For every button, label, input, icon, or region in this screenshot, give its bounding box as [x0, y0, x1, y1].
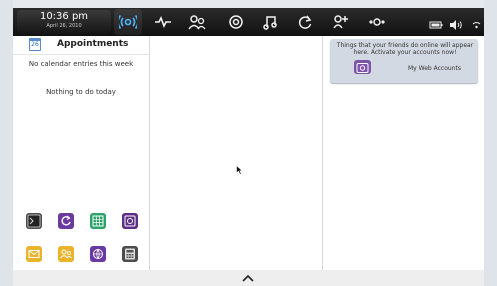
terminal-icon[interactable]: [26, 213, 42, 229]
web-accounts-card: Things that your friends do online will …: [330, 39, 478, 83]
recent-items-column: [150, 36, 323, 270]
calculator-icon[interactable]: [122, 246, 138, 262]
mouse-pointer-icon: [236, 165, 243, 175]
music-icon[interactable]: [261, 13, 279, 31]
volume-icon[interactable]: [449, 16, 463, 30]
bottom-panel: [13, 270, 484, 286]
netbook-screen: 10:36 pm April 26, 2010 26 Appointments …: [13, 8, 484, 286]
appointments-column: 26 Appointments No calendar entries this…: [13, 36, 150, 270]
todo-empty-message: Nothing to do today: [46, 88, 116, 96]
mail-icon[interactable]: [26, 246, 42, 262]
calendar-icon[interactable]: 26: [29, 38, 41, 51]
myzone-clock-button[interactable]: 10:36 pm April 26, 2010: [17, 10, 111, 34]
web-accounts-icon[interactable]: [354, 60, 371, 74]
spreadsheet-icon[interactable]: [90, 213, 106, 229]
activity-icon[interactable]: [154, 13, 172, 31]
clock-time: 10:36 pm: [39, 11, 89, 22]
battery-icon[interactable]: [429, 16, 443, 29]
broadcast-icon[interactable]: [119, 13, 137, 31]
contacts-icon[interactable]: [58, 246, 74, 262]
calendar-empty-message: No calendar entries this week: [28, 60, 134, 68]
sync-icon[interactable]: [58, 213, 74, 229]
appointments-header: 26 Appointments: [13, 36, 149, 55]
myzone-content: 26 Appointments No calendar entries this…: [13, 36, 484, 270]
appointments-title: Appointments: [57, 39, 129, 49]
social-column: Things that your friends do online will …: [323, 36, 484, 270]
network-icon[interactable]: [472, 16, 481, 29]
browser-icon[interactable]: [90, 246, 106, 262]
web-accounts-button[interactable]: My Web Accounts: [408, 65, 461, 72]
social-message: Things that your friends do online will …: [336, 42, 474, 56]
left-margin: [0, 0, 13, 286]
refresh-icon[interactable]: [296, 13, 314, 31]
add-person-icon[interactable]: [332, 13, 350, 31]
people-icon[interactable]: [188, 13, 206, 31]
dots-icon[interactable]: [368, 13, 386, 31]
top-panel: 10:36 pm April 26, 2010: [13, 8, 484, 36]
target-icon[interactable]: [227, 13, 245, 31]
clock-date: April 26, 2010: [46, 23, 82, 29]
chevron-up-icon[interactable]: [242, 274, 254, 282]
camera-icon[interactable]: [122, 213, 138, 229]
right-margin: [484, 0, 497, 286]
